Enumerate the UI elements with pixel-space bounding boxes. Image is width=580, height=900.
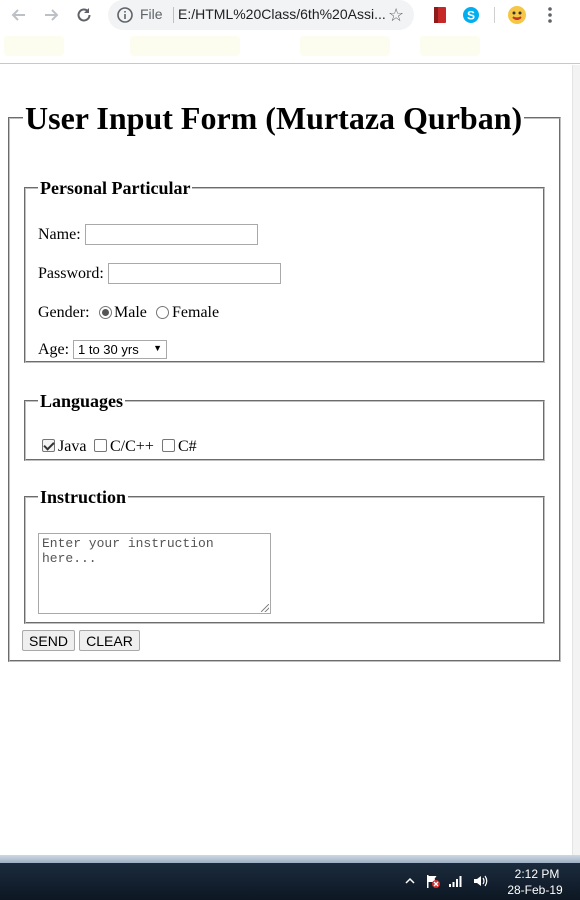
cpp-checkbox[interactable] bbox=[94, 439, 107, 452]
url-scheme-label: File bbox=[140, 6, 163, 22]
skype-icon[interactable]: S bbox=[461, 5, 481, 25]
send-button[interactable]: SEND bbox=[22, 630, 75, 651]
dropdown-caret-icon: ▼ bbox=[153, 343, 162, 353]
age-select-value: 1 to 30 yrs bbox=[78, 342, 139, 357]
java-checkbox[interactable] bbox=[42, 439, 55, 452]
pdf-extension-icon[interactable] bbox=[430, 5, 450, 25]
toolbar-divider bbox=[494, 7, 495, 23]
personal-particular-legend: Personal Particular bbox=[40, 178, 191, 198]
java-label: Java bbox=[58, 438, 87, 455]
languages-legend: Languages bbox=[40, 391, 124, 411]
cpp-label: C/C++ bbox=[110, 438, 154, 455]
browser-toolbar: File E:/HTML%20Class/6th%20Assi... ☆ S bbox=[0, 0, 580, 30]
name-label: Name: bbox=[38, 226, 81, 243]
age-select[interactable]: 1 to 30 yrs ▼ bbox=[73, 340, 167, 359]
csharp-label: C# bbox=[178, 438, 197, 455]
gender-male-label: Male bbox=[114, 304, 147, 321]
back-arrow-icon[interactable] bbox=[8, 4, 30, 26]
form-title: User Input Form (Murtaza Qurban) bbox=[25, 100, 523, 136]
gender-male-radio[interactable] bbox=[99, 306, 112, 319]
age-label: Age: bbox=[38, 341, 70, 358]
gender-female-radio[interactable] bbox=[156, 306, 169, 319]
bookmark-item[interactable] bbox=[130, 36, 240, 56]
address-bar[interactable]: File E:/HTML%20Class/6th%20Assi... ☆ bbox=[108, 0, 414, 30]
url-text[interactable]: E:/HTML%20Class/6th%20Assi... bbox=[178, 6, 386, 22]
gender-label: Gender: bbox=[38, 304, 90, 321]
page-content: User Input Form (Murtaza Qurban) Persona… bbox=[0, 65, 572, 855]
volume-icon[interactable] bbox=[472, 873, 488, 889]
show-hidden-icons-icon[interactable] bbox=[402, 873, 418, 889]
page-scrollbar[interactable] bbox=[572, 65, 580, 855]
network-signal-icon[interactable] bbox=[448, 873, 464, 889]
csharp-checkbox[interactable] bbox=[162, 439, 175, 452]
taskbar-edge bbox=[0, 855, 580, 863]
instruction-textarea[interactable]: Enter your instruction here... bbox=[38, 533, 271, 614]
clear-button[interactable]: CLEAR bbox=[79, 630, 140, 651]
svg-text:S: S bbox=[467, 9, 475, 23]
gender-female-label: Female bbox=[172, 304, 220, 321]
action-center-flag-icon[interactable] bbox=[425, 873, 441, 889]
bookmark-item[interactable] bbox=[300, 36, 390, 56]
password-input[interactable] bbox=[108, 263, 281, 284]
bookmark-item[interactable] bbox=[420, 36, 480, 56]
windows-taskbar: 2:12 PM 28-Feb-19 bbox=[0, 863, 580, 900]
bookmark-star-icon[interactable]: ☆ bbox=[388, 5, 404, 26]
name-input[interactable] bbox=[85, 224, 258, 245]
address-divider bbox=[173, 7, 174, 23]
instruction-placeholder: Enter your instruction here... bbox=[42, 536, 214, 566]
bookmark-item[interactable] bbox=[4, 36, 64, 56]
info-icon[interactable] bbox=[116, 6, 134, 24]
password-label: Password: bbox=[38, 265, 104, 282]
clock-date[interactable]: 28-Feb-19 bbox=[503, 883, 567, 897]
clock-time[interactable]: 2:12 PM bbox=[507, 867, 567, 881]
forward-arrow-icon[interactable] bbox=[40, 4, 62, 26]
profile-avatar[interactable] bbox=[507, 5, 527, 25]
instruction-legend: Instruction bbox=[40, 487, 127, 507]
resize-grip-icon[interactable] bbox=[261, 604, 269, 612]
reload-icon[interactable] bbox=[73, 4, 95, 26]
menu-kebab-icon[interactable] bbox=[540, 5, 560, 25]
bookmarks-bar bbox=[0, 30, 580, 64]
